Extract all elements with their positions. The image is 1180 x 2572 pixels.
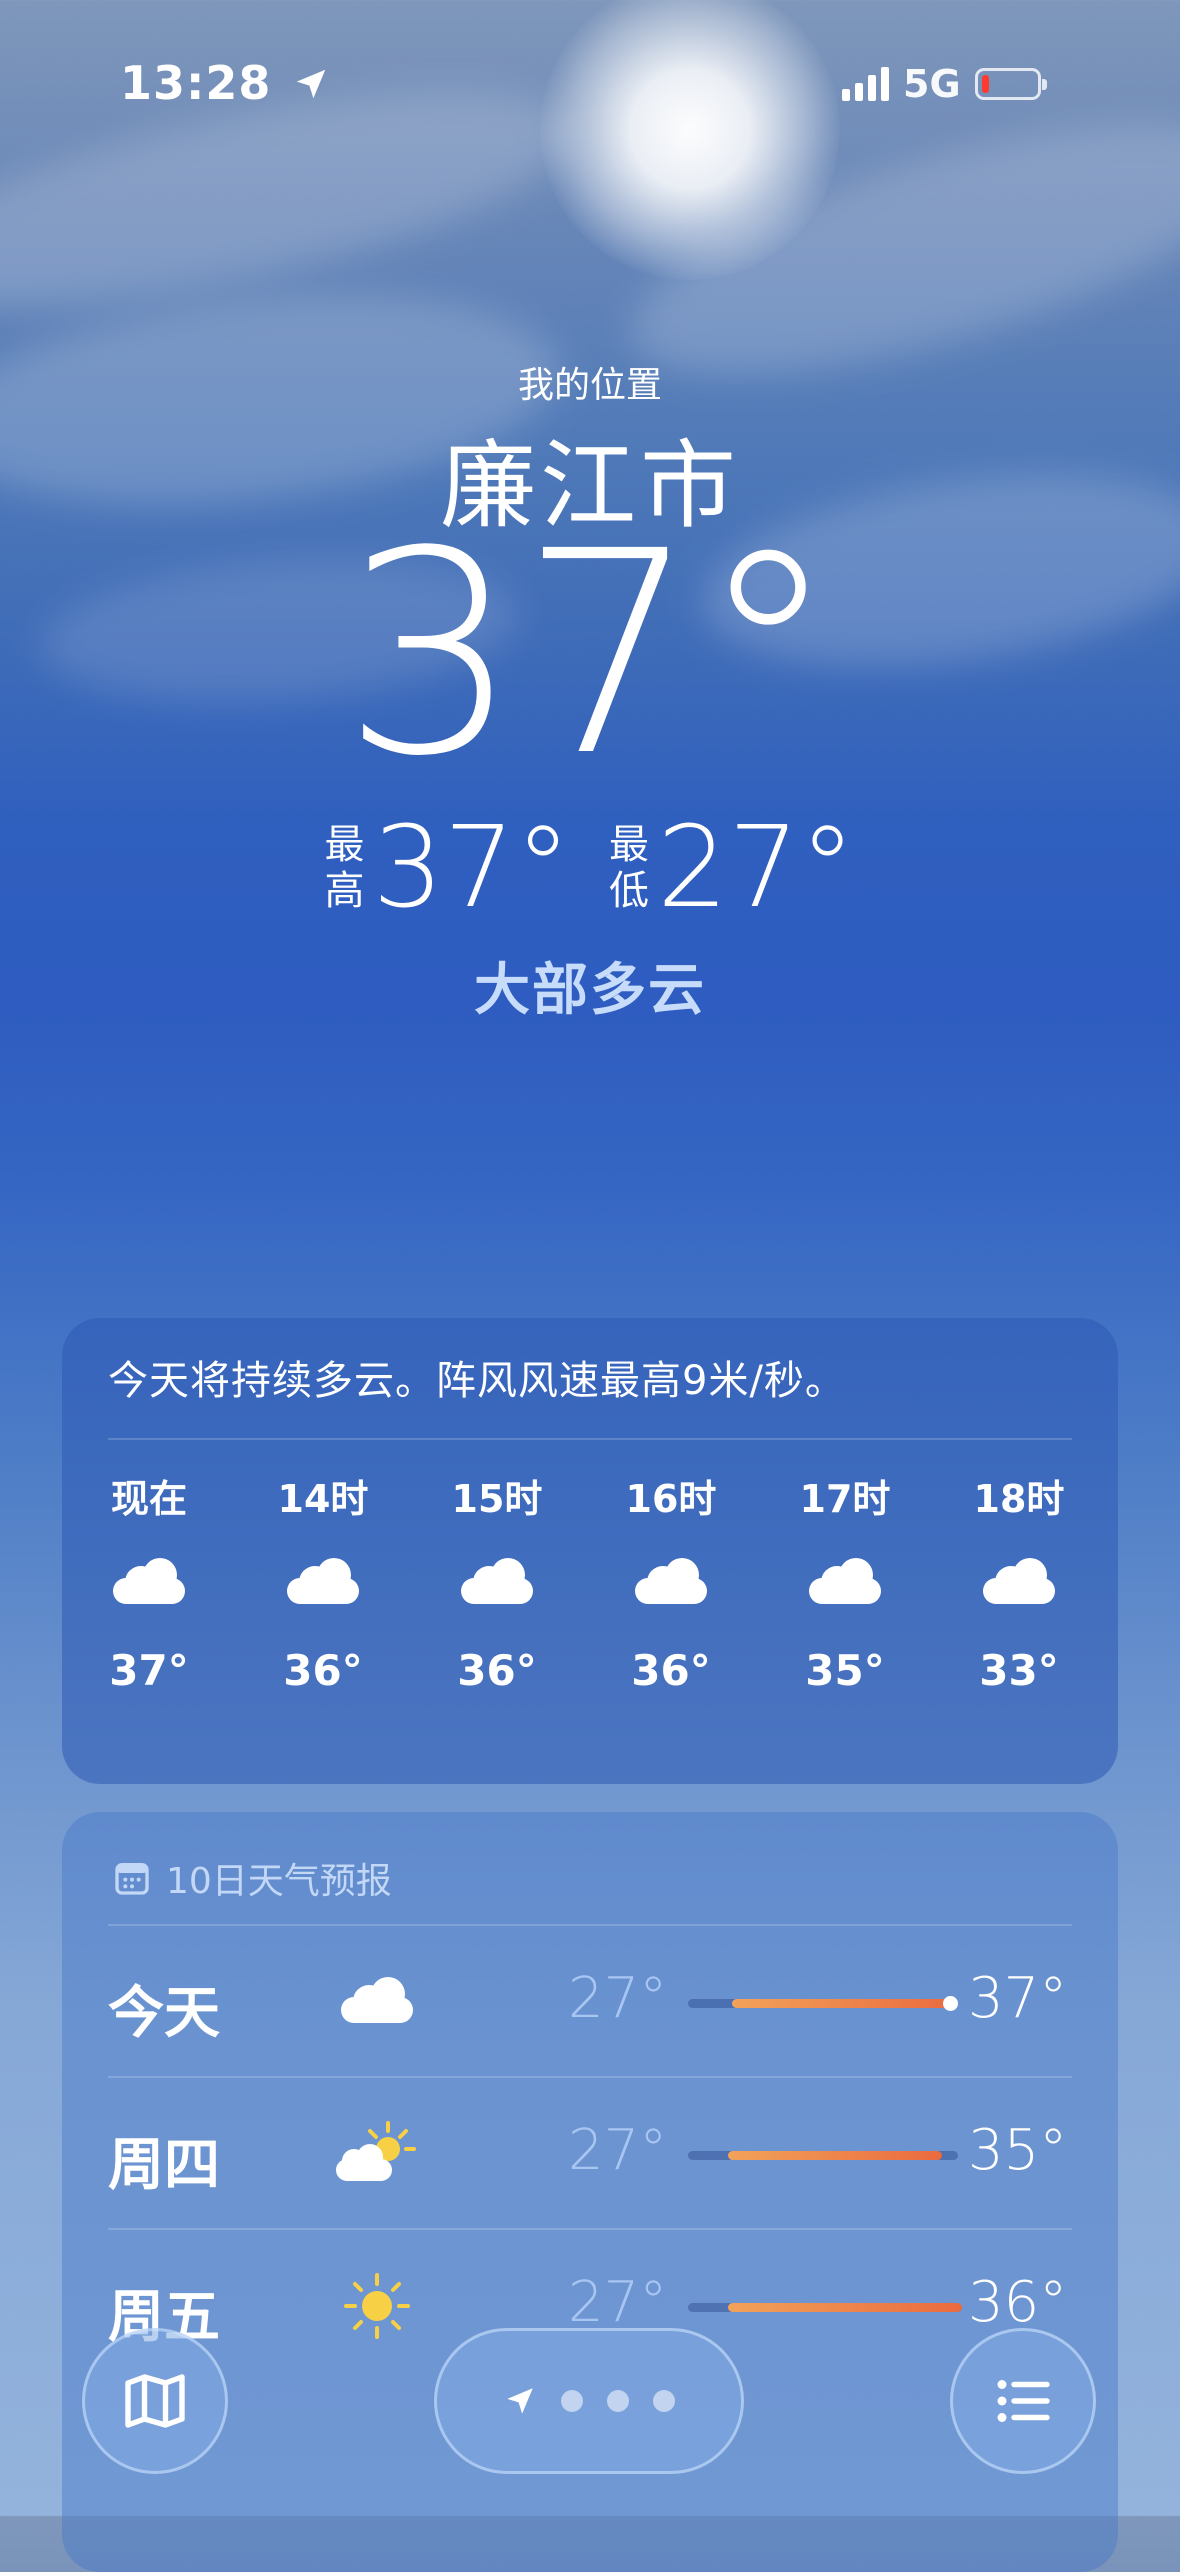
- location-label: 我的位置: [517, 365, 662, 406]
- cloud-icon: [809, 1524, 881, 1642]
- hour-item: 18时 33°: [973, 1477, 1065, 1695]
- day-row[interactable]: 今天 27° 37°: [108, 1926, 1072, 2076]
- page-dot[interactable]: [607, 2390, 629, 2412]
- daily-forecast-title: 10日天气预报: [166, 1861, 392, 1902]
- day-name: 今天: [108, 1981, 220, 2046]
- low-temp-group: 最低 27°: [609, 812, 856, 924]
- divider: [108, 1438, 1072, 1440]
- day-low-temp: 27°: [568, 1966, 668, 2031]
- cloud-icon: [332, 1962, 422, 2042]
- hourly-forecast-card[interactable]: 今天将持续多云。阵风风速最高9米/秒。 现在 37° 14时 36° 15时 3…: [62, 1318, 1118, 1784]
- network-type: 5G: [903, 62, 961, 106]
- location-arrow-icon: [507, 2388, 533, 2414]
- status-indicators: 5G: [842, 62, 1047, 106]
- cloud-icon: [287, 1524, 359, 1642]
- map-button[interactable]: [82, 2328, 228, 2474]
- day-high-temp: 35°: [968, 2118, 1068, 2183]
- cloud-icon: [635, 1524, 707, 1642]
- hour-item: 16时 36°: [625, 1477, 717, 1695]
- sun-icon: [332, 2266, 422, 2346]
- high-label: 最高: [324, 822, 365, 914]
- high-low: 最高 37° 最低 27°: [0, 812, 1180, 924]
- cloud-icon: [461, 1524, 533, 1642]
- map-icon: [125, 2374, 185, 2428]
- location-arrow-icon: [297, 69, 326, 99]
- current-temperature: 37°: [341, 492, 839, 818]
- weather-condition: 大部多云: [474, 958, 706, 1023]
- temp-range-bar: [688, 2303, 962, 2312]
- signal-icon: [842, 67, 889, 101]
- partly-sunny-icon: [332, 2114, 422, 2194]
- status-time: 13:28: [120, 56, 330, 110]
- cloud-icon: [983, 1524, 1055, 1642]
- day-low-temp: 27°: [568, 2270, 668, 2335]
- daily-forecast-header: 10日天气预报: [112, 1852, 392, 1904]
- low-label: 最低: [609, 822, 649, 914]
- day-high-temp: 36°: [968, 2270, 1068, 2335]
- day-row[interactable]: 周四 27° 35°: [108, 2078, 1072, 2228]
- cloud-icon: [113, 1524, 185, 1642]
- hour-item: 15时 36°: [451, 1477, 543, 1695]
- page-dot[interactable]: [653, 2390, 675, 2412]
- low-temp: 27°: [657, 803, 856, 933]
- hourly-list: 现在 37° 14时 36° 15时 36° 16时 36° 17时 35° 1…: [62, 1468, 1118, 1695]
- temp-range-bar: [688, 1996, 958, 2011]
- temp-range-bar: [688, 2151, 958, 2160]
- high-temp: 37°: [372, 803, 571, 933]
- hour-item: 现在 37°: [109, 1477, 189, 1695]
- day-name: 周四: [108, 2133, 220, 2198]
- day-low-temp: 27°: [568, 2118, 668, 2183]
- battery-icon: [974, 68, 1047, 100]
- high-temp-group: 最高 37°: [324, 812, 571, 924]
- day-high-temp: 37°: [968, 1966, 1068, 2031]
- city-list-button[interactable]: [950, 2328, 1096, 2474]
- hour-item: 14时 36°: [277, 1477, 369, 1695]
- list-icon: [997, 2380, 1050, 2422]
- page-dot[interactable]: [561, 2390, 583, 2412]
- calendar-icon: [115, 1863, 149, 1895]
- hour-item: 17时 35°: [799, 1477, 891, 1695]
- forecast-summary: 今天将持续多云。阵风风速最高9米/秒。: [108, 1358, 846, 1404]
- page-indicator[interactable]: [434, 2328, 744, 2474]
